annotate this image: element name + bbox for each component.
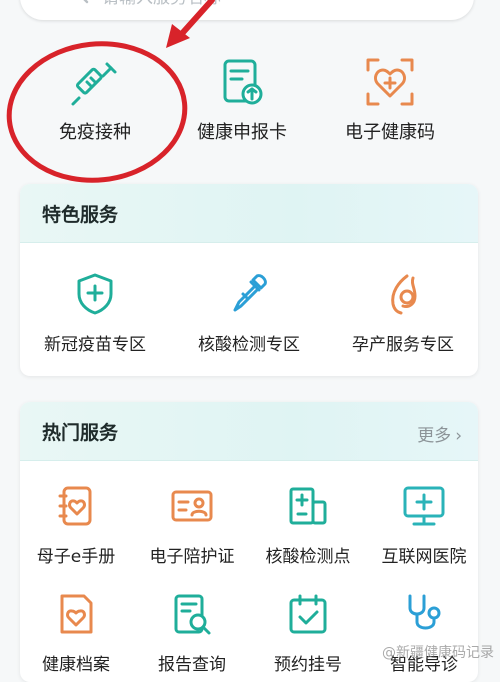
quick-services: 免疫接种 健康申报卡 电子健康码 [20, 56, 480, 156]
popular-escort-certificate[interactable]: 电子陪护证 [138, 484, 246, 567]
featured-nucleic-acid[interactable]: 核酸检测专区 [184, 272, 314, 355]
service-label: 免疫接种 [59, 122, 131, 143]
card-title: 热门服务 [42, 422, 119, 444]
featured-maternity[interactable]: 孕产服务专区 [338, 272, 468, 355]
hospital-icon [289, 487, 327, 525]
card-title: 特色服务 [42, 204, 119, 226]
search-icon [83, 0, 89, 4]
service-label: 电子陪护证 [149, 547, 235, 567]
service-label: 互联网医院 [381, 547, 467, 567]
id-card-icon [171, 490, 213, 522]
popular-mother-child-handbook[interactable]: 母子e手册 [22, 484, 130, 567]
popular-smart-triage[interactable]: 智能导诊 [370, 592, 478, 675]
service-label: 电子健康码 [345, 122, 435, 143]
featured-covid-vaccine[interactable]: 新冠疫苗专区 [30, 272, 160, 355]
service-label: 核酸检测专区 [198, 335, 300, 355]
service-label: 孕产服务专区 [352, 335, 454, 355]
popular-testing-sites[interactable]: 核酸检测点 [254, 484, 362, 567]
service-label: 健康申报卡 [197, 122, 287, 143]
service-label: 健康档案 [42, 655, 110, 675]
popular-services-card: 热门服务 更多 › 母子e手册 电子陪护证 核酸检测点 互联网医院 健康档案 报… [20, 402, 478, 682]
more-label: 更多 [417, 426, 452, 446]
calendar-check-icon [289, 594, 327, 634]
heart-notebook-icon [58, 486, 92, 526]
popular-health-record[interactable]: 健康档案 [22, 592, 130, 675]
search-bar[interactable]: 请输入服务名称 [20, 0, 474, 20]
chevron-right-icon: › [455, 426, 462, 446]
search-placeholder: 请输入服务名称 [102, 0, 221, 8]
card-header: 热门服务 更多 › [20, 402, 478, 461]
service-immunization[interactable]: 免疫接种 [20, 56, 170, 144]
syringe-icon [71, 62, 117, 106]
pipette-icon [233, 274, 267, 312]
monitor-cross-icon [403, 486, 445, 526]
service-label: 报告查询 [158, 655, 226, 675]
popular-internet-hospital[interactable]: 互联网医院 [370, 484, 478, 567]
more-link[interactable]: 更多 › [417, 421, 462, 446]
featured-services-card: 特色服务 新冠疫苗专区 核酸检测专区 孕产服务专区 [20, 184, 478, 376]
service-label: 核酸检测点 [265, 547, 351, 567]
service-label: 新冠疫苗专区 [44, 335, 146, 355]
report-search-icon [174, 594, 211, 635]
popular-report-query[interactable]: 报告查询 [138, 592, 246, 675]
service-label: 母子e手册 [36, 547, 116, 567]
popular-appointment[interactable]: 预约挂号 [254, 592, 362, 675]
heart-health-code-icon [366, 58, 414, 106]
pregnancy-icon [391, 274, 417, 315]
service-health-declaration[interactable]: 健康申报卡 [167, 56, 317, 144]
stethoscope-icon [408, 594, 441, 630]
service-label: 预约挂号 [274, 655, 342, 675]
health-record-icon [60, 594, 93, 634]
health-declaration-card-icon [223, 59, 263, 105]
card-header: 特色服务 [20, 184, 478, 243]
service-health-code[interactable]: 电子健康码 [315, 56, 465, 144]
watermark: @新疆健康码记录 [382, 645, 494, 661]
shield-plus-icon [77, 273, 113, 315]
